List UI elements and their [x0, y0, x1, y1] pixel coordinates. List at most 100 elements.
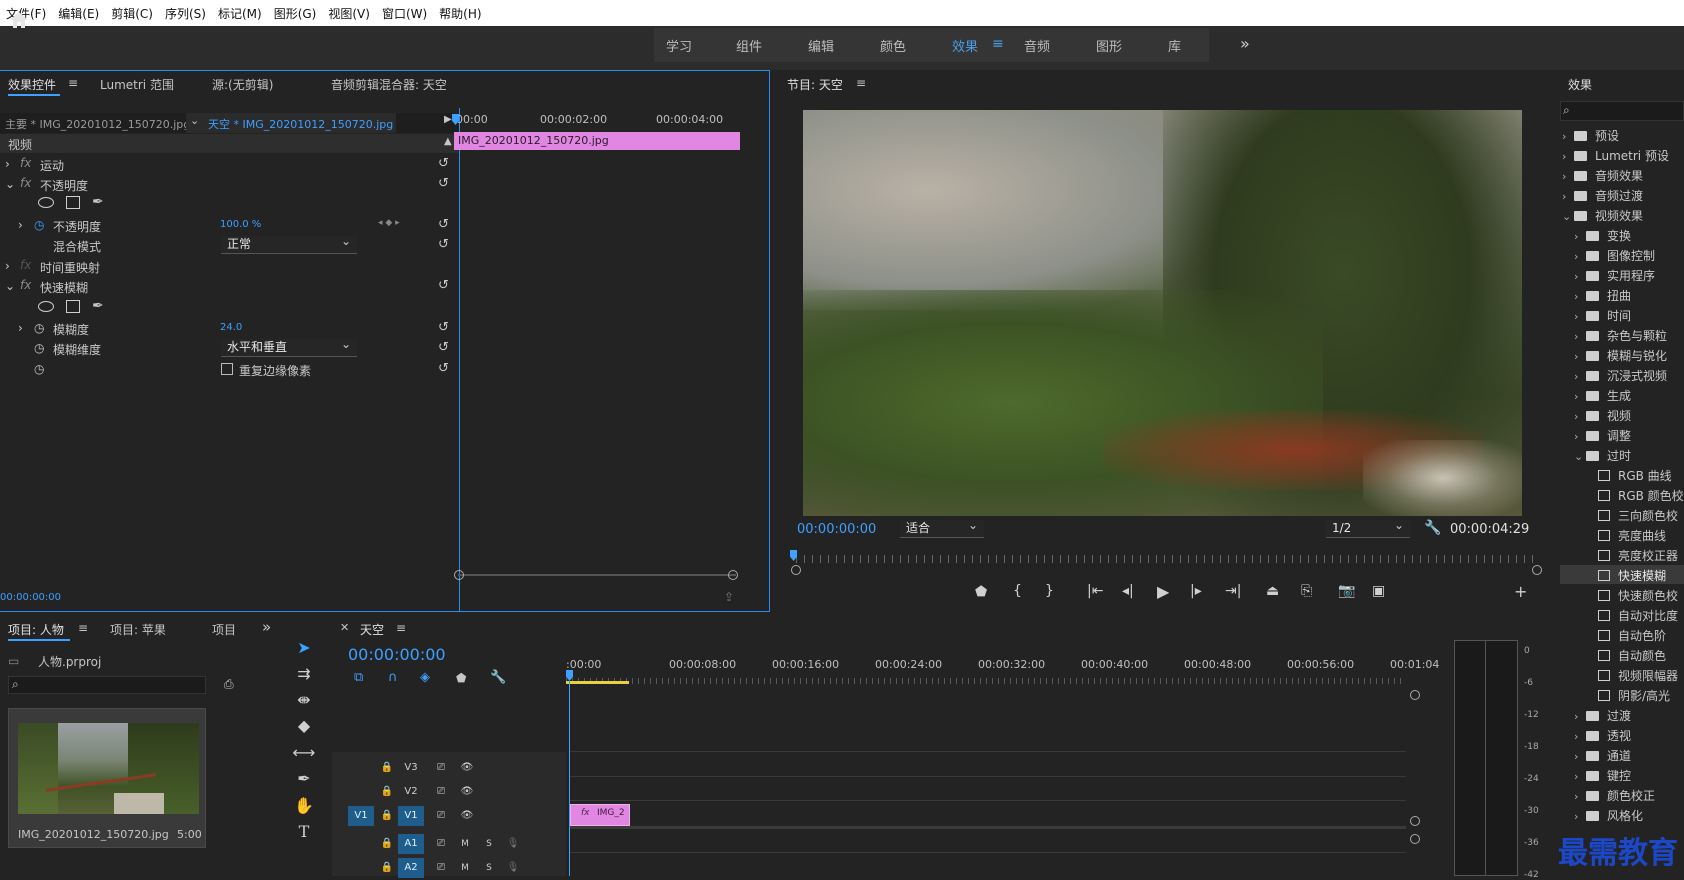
add-marker-icon[interactable]: ⬟ [456, 671, 466, 685]
project-item-card[interactable]: IMG_20201012_150720.jpg 5:00 [8, 708, 206, 848]
workspace-tab[interactable]: 颜色 [880, 36, 906, 55]
expand-arrow-icon[interactable]: › [1574, 350, 1586, 363]
workspace-tab[interactable]: 组件 [736, 36, 762, 55]
more-tabs-icon[interactable]: » [262, 618, 271, 636]
effects-tree-item[interactable]: › 键控 [1574, 767, 1631, 784]
sync-lock-icon[interactable]: ⎚ [428, 758, 454, 778]
voiceover-icon[interactable]: 🎙 [500, 858, 526, 878]
effects-tree-item[interactable]: › 颜色校正 [1574, 787, 1655, 804]
workspace-tab[interactable]: 编辑 [808, 36, 834, 55]
mark-in-icon[interactable]: { [1013, 583, 1022, 599]
lock-track-icon[interactable]: 🔒 [374, 806, 400, 826]
step-back-icon[interactable]: ◂| [1122, 583, 1134, 599]
stopwatch-icon[interactable]: ◷ [34, 218, 44, 232]
effects-tree-item[interactable]: › 图像控制 [1574, 247, 1655, 264]
effects-tree-item[interactable]: 视频限幅器 [1586, 667, 1678, 684]
expand-arrow-icon[interactable]: › [18, 218, 23, 232]
effects-tree-item[interactable]: RGB 曲线 [1586, 467, 1672, 484]
workspace-tab[interactable]: 音频 [1024, 36, 1050, 55]
effects-tree-item[interactable]: › 变换 [1574, 227, 1631, 244]
expand-arrow-icon[interactable]: › [18, 321, 23, 335]
effects-tree-item[interactable]: 快速颜色校 [1586, 587, 1678, 604]
fx-icon[interactable]: fx [20, 278, 31, 292]
collapse-arrow-icon[interactable]: ⌄ [5, 177, 15, 191]
mute-button[interactable]: M [452, 834, 478, 854]
ellipse-mask-icon[interactable] [38, 197, 54, 208]
tab-source[interactable]: 源:(无剪辑) [212, 76, 273, 93]
effects-tree-item[interactable]: › 杂色与颗粒 [1574, 327, 1667, 344]
export-icon[interactable]: ⇪ [724, 590, 734, 604]
fx-icon[interactable]: fx [20, 156, 31, 170]
menu-item[interactable]: 序列(S) [159, 5, 212, 22]
expand-arrow-icon[interactable]: › [1574, 410, 1586, 423]
razor-tool-icon[interactable]: ◆ [290, 714, 318, 738]
stopwatch-icon[interactable]: ◷ [34, 362, 44, 376]
expand-arrow-icon[interactable]: › [1574, 330, 1586, 343]
track-target-button[interactable]: V1 [398, 806, 424, 826]
tab-effect-controls[interactable]: 效果控件 [8, 76, 56, 93]
track-target-button[interactable]: A2 [398, 858, 424, 878]
reset-icon[interactable]: ↺ [438, 278, 449, 293]
effects-tree-item[interactable]: › 过渡 [1574, 707, 1631, 724]
effects-tree-item[interactable]: RGB 颜色校 [1586, 487, 1684, 504]
menu-item[interactable]: 帮助(H) [433, 5, 487, 22]
pen-tool-icon[interactable]: ✒ [290, 767, 318, 791]
expand-arrow-icon[interactable]: › [1562, 190, 1574, 203]
effects-tree-item[interactable]: › 预设 [1562, 127, 1619, 144]
add-button-icon[interactable]: + [1514, 582, 1527, 601]
mini-scrollbar[interactable] [458, 574, 736, 576]
reset-icon[interactable]: ↺ [438, 320, 449, 335]
expand-arrow-icon[interactable]: › [1574, 310, 1586, 323]
add-marker-icon[interactable]: ⬟ [975, 584, 987, 600]
solo-button[interactable]: S [476, 834, 502, 854]
mark-out-icon[interactable]: } [1045, 583, 1054, 599]
scroll-handle-right[interactable] [728, 570, 738, 580]
tab-audio-clip-mixer[interactable]: 音频剪辑混合器: 天空 [331, 76, 447, 93]
home-button[interactable] [8, 10, 34, 34]
expand-arrow-icon[interactable]: › [1562, 170, 1574, 183]
expand-arrow-icon[interactable]: › [1574, 790, 1586, 803]
sync-lock-icon[interactable]: ⎚ [428, 834, 454, 854]
stopwatch-icon[interactable]: ◷ [34, 341, 44, 355]
motion-row[interactable]: › fx 运动 ↺ [0, 154, 458, 174]
source-patch-button[interactable]: V1 [348, 806, 374, 826]
workspace-tab[interactable]: 库 [1168, 36, 1181, 55]
ellipse-mask-icon[interactable] [38, 301, 54, 312]
expand-arrow-icon[interactable]: › [1574, 810, 1586, 823]
expand-arrow-icon[interactable]: › [1574, 770, 1586, 783]
project-search-input[interactable] [8, 676, 206, 694]
collapse-icon[interactable]: ▲ [444, 136, 452, 147]
reset-icon[interactable]: ↺ [438, 340, 449, 355]
close-icon[interactable]: ✕ [340, 621, 349, 634]
expand-arrow-icon[interactable]: › [1574, 390, 1586, 403]
effects-tree-item[interactable]: › 生成 [1574, 387, 1631, 404]
fx-icon[interactable]: fx [20, 176, 31, 190]
reset-icon[interactable]: ↺ [438, 156, 449, 171]
lift-icon[interactable]: ⏏ [1266, 583, 1279, 599]
pen-mask-icon[interactable]: ✒ [92, 194, 104, 210]
reset-icon[interactable]: ↺ [438, 176, 449, 191]
expand-arrow-icon[interactable]: › [1574, 250, 1586, 263]
rectangle-mask-icon[interactable] [66, 300, 80, 313]
tab-menu-icon[interactable]: ≡ [68, 76, 78, 90]
blurriness-row[interactable]: › ◷ 模糊度 24.0 ↺ [0, 318, 458, 338]
play-icon[interactable]: ▶ [1157, 582, 1169, 601]
effects-tree-item[interactable]: › 视频 [1574, 407, 1631, 424]
panel-menu-icon[interactable]: ≡ [396, 621, 406, 635]
nest-icon[interactable]: ⧉ [354, 670, 363, 685]
track-select-tool-icon[interactable]: ⇉ [290, 662, 318, 686]
workspace-menu-icon[interactable]: ≡ [992, 36, 1004, 52]
reset-icon[interactable]: ↺ [438, 237, 449, 252]
eye-icon[interactable]: 👁 [454, 782, 480, 802]
expand-arrow-icon[interactable]: › [1574, 270, 1586, 283]
tab-lumetri-scopes[interactable]: Lumetri 范围 [100, 76, 174, 93]
program-timecode[interactable]: 00:00:00:00 [797, 522, 876, 537]
effects-tree-item[interactable]: 快速模糊 [1586, 567, 1666, 584]
go-to-out-icon[interactable]: ⇥| [1225, 583, 1241, 599]
expand-arrow-icon[interactable]: › [5, 259, 10, 273]
workspace-tab[interactable]: 学习 [666, 36, 692, 55]
opacity-row[interactable]: ⌄ fx 不透明度 ↺ [0, 174, 458, 194]
effects-tree-item[interactable]: › 扭曲 [1574, 287, 1631, 304]
wrench-icon[interactable]: 🔧 [1424, 520, 1441, 536]
expand-arrow-icon[interactable]: › [1574, 430, 1586, 443]
